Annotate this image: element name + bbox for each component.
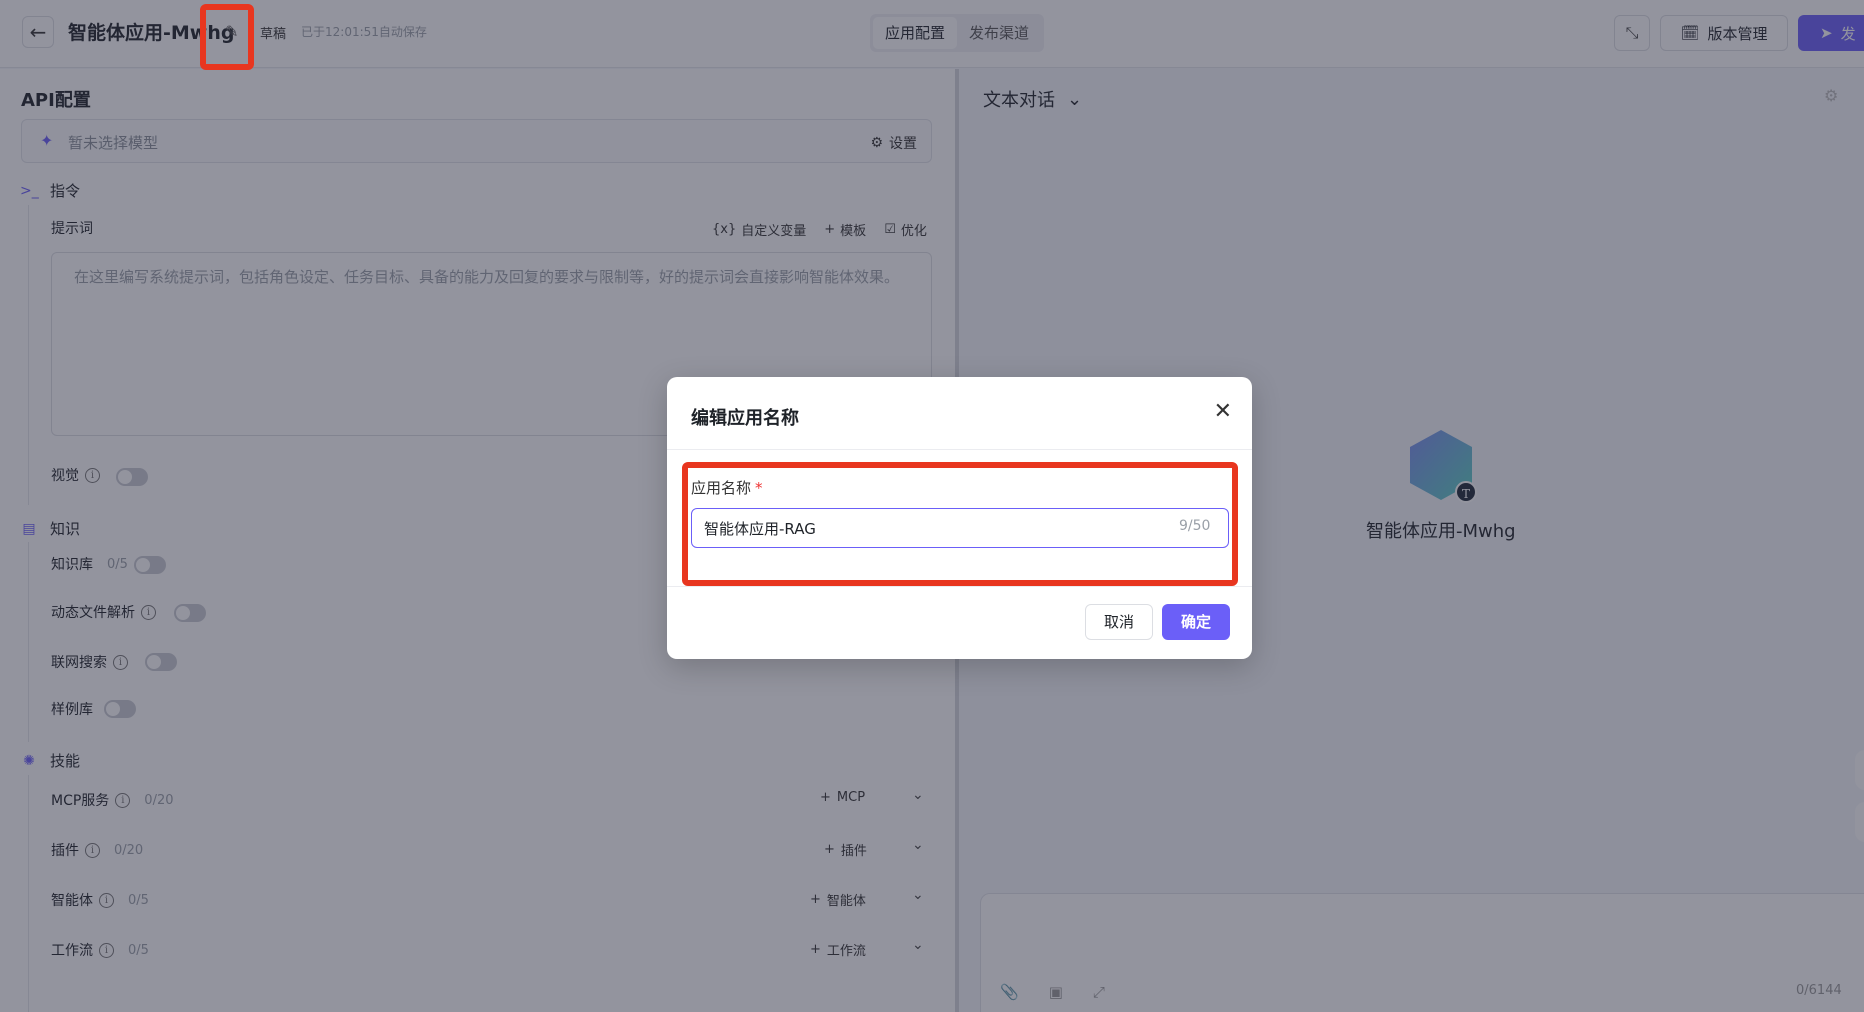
annotation-highlight xyxy=(200,4,254,70)
annotation-highlight xyxy=(682,462,1238,586)
dialog-title: 编辑应用名称 xyxy=(691,408,799,429)
confirm-button[interactable]: 确定 xyxy=(1162,604,1230,640)
dialog-divider xyxy=(667,449,1252,450)
cancel-button[interactable]: 取消 xyxy=(1085,604,1153,640)
close-icon[interactable]: ✕ xyxy=(1214,399,1232,424)
dialog-divider xyxy=(667,586,1252,587)
